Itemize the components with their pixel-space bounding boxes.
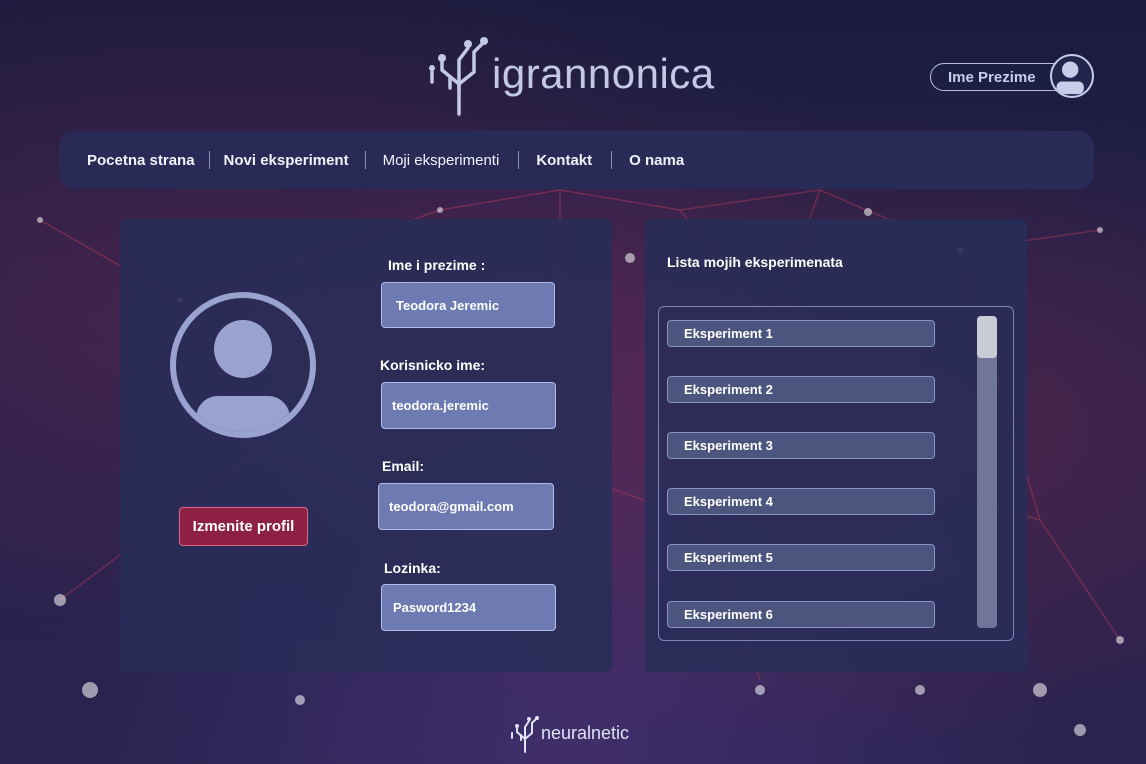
nav-divider <box>208 151 210 169</box>
profile-avatar <box>170 292 316 438</box>
experiments-list <box>658 306 1014 641</box>
nav-item-kontakt[interactable]: Kontakt <box>536 152 592 169</box>
full-name-field[interactable]: Teodora Jeremic <box>381 282 555 328</box>
nav-item-novi-eksperiment[interactable]: Novi eksperiment <box>224 152 349 169</box>
nav-divider <box>364 151 366 169</box>
scrollbar-thumb[interactable] <box>977 316 997 358</box>
person-icon <box>1056 61 1084 95</box>
user-name-label: Ime Prezime <box>948 68 1036 86</box>
main-nav: Pocetna strana Novi eksperiment Moji eks… <box>59 131 1094 189</box>
password-label: Lozinka: <box>384 560 441 576</box>
person-icon <box>196 320 290 432</box>
footer-logo: neuralnetic <box>510 713 629 753</box>
experiment-item[interactable]: Eksperiment 6 <box>667 601 935 628</box>
experiment-item[interactable]: Eksperiment 4 <box>667 488 935 515</box>
email-field[interactable]: teodora@gmail.com <box>378 483 554 530</box>
full-name-label: Ime i prezime : <box>388 257 486 273</box>
experiment-item[interactable]: Eksperiment 1 <box>667 320 935 347</box>
footer-brand-text: neuralnetic <box>541 722 630 743</box>
nav-divider <box>611 151 613 169</box>
experiments-scrollbar[interactable] <box>977 316 997 628</box>
experiments-title: Lista mojih eksperimenata <box>667 254 843 270</box>
nav-item-pocetna[interactable]: Pocetna strana <box>87 152 195 169</box>
app-logo[interactable]: igrannonica <box>428 28 728 118</box>
edit-profile-button[interactable]: Izmenite profil <box>179 507 308 546</box>
experiment-item[interactable]: Eksperiment 5 <box>667 544 935 571</box>
password-field[interactable]: Pasword1234 <box>381 584 556 631</box>
nav-item-moji-eksperimenti[interactable]: Moji eksperimenti <box>383 152 500 169</box>
experiment-item[interactable]: Eksperiment 3 <box>667 432 935 459</box>
experiment-item[interactable]: Eksperiment 2 <box>667 376 935 403</box>
user-avatar-icon[interactable] <box>1050 54 1094 98</box>
username-field[interactable]: teodora.jeremic <box>381 382 556 429</box>
logo-text: igrannonica <box>492 50 715 97</box>
nav-item-o-nama[interactable]: O nama <box>629 152 684 169</box>
user-name-button[interactable]: Ime Prezime <box>930 63 1070 91</box>
nav-divider <box>518 151 520 169</box>
circuit-tree-icon <box>429 37 488 116</box>
email-label: Email: <box>382 458 425 474</box>
circuit-tree-icon <box>511 716 539 753</box>
username-label: Korisnicko ime: <box>380 357 486 373</box>
